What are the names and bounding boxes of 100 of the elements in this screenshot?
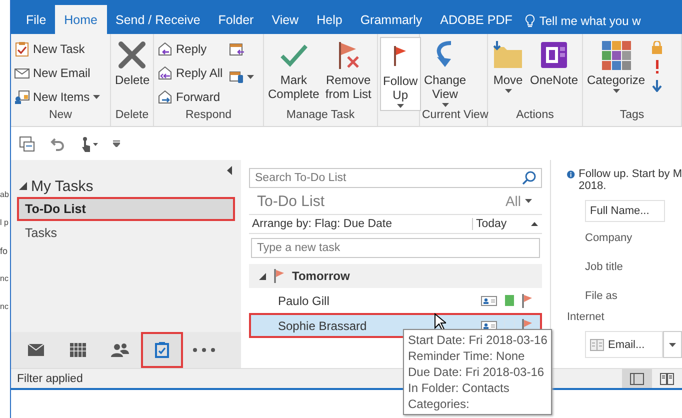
filter-dropdown[interactable]: All	[499, 192, 538, 210]
task-row[interactable]: Paulo Gill	[249, 288, 542, 313]
ribbon-button[interactable]: Mark Complete	[266, 37, 322, 103]
low-importance-icon[interactable]	[651, 80, 664, 92]
ribbon-button[interactable]: Forward	[156, 85, 224, 108]
delete-icon	[116, 39, 148, 71]
caret-icon	[669, 342, 676, 346]
arrange-by-header[interactable]: Arrange by: Flag: Due Date	[249, 218, 472, 230]
field-label: Job title	[585, 260, 624, 274]
ribbon-button[interactable]: New Task	[13, 37, 101, 60]
ribbon-button[interactable]: OneNote	[528, 37, 580, 89]
address-book-icon	[590, 338, 604, 350]
group-header[interactable]: Tomorrow	[292, 269, 350, 283]
group-label: Actions	[515, 109, 555, 123]
document-text: fo	[0, 246, 9, 258]
field-label: Company	[585, 230, 634, 246]
group-label: Respond	[184, 109, 233, 123]
full-name-button[interactable]: Full Name...	[585, 200, 665, 222]
new-items-icon	[14, 88, 30, 104]
ribbon-tab[interactable]: View	[262, 7, 308, 33]
mail-icon[interactable]	[28, 344, 44, 356]
tooltip-line: In Folder: Contacts	[408, 380, 510, 396]
undo-icon[interactable]	[49, 136, 65, 150]
ribbon-button[interactable]: Move	[490, 37, 526, 95]
email-button[interactable]: Email...	[585, 331, 664, 358]
meeting-reply-icon	[228, 42, 245, 58]
ribbon-tab[interactable]: File	[17, 7, 56, 33]
document-text: ab	[0, 190, 10, 201]
tell-me-search[interactable]: Tell me what you w	[539, 14, 641, 28]
tooltip-line: Categories:	[408, 396, 470, 412]
normal-view-icon[interactable]	[622, 369, 652, 388]
reply-all-icon	[157, 64, 173, 80]
ribbon-button[interactable]: Remove from List	[323, 37, 374, 103]
task-clipboard-icon[interactable]	[155, 342, 169, 358]
flag-icon[interactable]	[522, 294, 532, 308]
info-text: Follow up. Start by M	[578, 168, 682, 180]
ribbon-tab[interactable]: Grammarly	[351, 7, 432, 33]
folder-item[interactable]: To-Do List	[17, 197, 235, 221]
expand-arrow-icon[interactable]	[259, 272, 266, 280]
ribbon-button[interactable]: Categorize	[585, 37, 648, 95]
caret-icon	[246, 75, 254, 79]
caret-icon	[612, 89, 620, 93]
ribbon-tab[interactable]: ADOBE PDF	[431, 7, 522, 33]
caret-icon	[396, 104, 404, 108]
email-dropdown[interactable]	[663, 331, 682, 358]
category-slot	[505, 320, 514, 331]
people-icon[interactable]	[111, 343, 129, 357]
status-text: Filter applied	[17, 372, 84, 384]
clipboard-icon	[14, 40, 30, 56]
lightbulb-icon	[525, 14, 536, 28]
task-name: Paulo Gill	[278, 294, 330, 308]
ribbon-tab[interactable]: Help	[308, 7, 352, 33]
info-text: 2018.	[578, 180, 608, 192]
ribbon-button[interactable]: Reply All	[156, 61, 224, 84]
caret-icon	[92, 94, 100, 98]
ribbon-tab[interactable]: Home	[55, 5, 106, 34]
calendar-icon[interactable]	[70, 343, 86, 357]
collapse-icon[interactable]	[227, 166, 233, 175]
group-label: New	[48, 109, 73, 123]
send-receive-icon[interactable]	[19, 136, 35, 152]
ribbon-button[interactable]: Delete	[113, 37, 152, 89]
document-text: nc	[0, 274, 10, 285]
customize-icon[interactable]	[113, 140, 120, 147]
tooltip-line: Due Date: Fri 2018-03-16	[408, 364, 546, 380]
flag-icon[interactable]	[274, 269, 284, 283]
ribbon-button[interactable]: Reply	[156, 37, 224, 60]
caret-icon	[442, 103, 449, 107]
folder-header[interactable]: My Tasks	[31, 178, 94, 194]
info-icon	[567, 168, 575, 181]
contact-card-icon	[481, 296, 497, 306]
reply-icon	[157, 40, 173, 56]
ribbon-button[interactable]: Change View	[422, 37, 468, 109]
task-name: Sophie Brassard	[278, 318, 367, 332]
ribbon-tab[interactable]: Send / Receive	[106, 7, 210, 33]
ribbon-tab[interactable]: Folder	[209, 7, 263, 33]
im-reply-icon	[228, 69, 245, 85]
sort-arrow-icon[interactable]	[531, 222, 538, 226]
section-label: Internet	[567, 311, 606, 323]
new-task-field[interactable]: Type a new task	[251, 238, 540, 258]
touch-mode-icon[interactable]	[79, 136, 99, 152]
folder-item[interactable]: Tasks	[17, 221, 235, 245]
field-label: File as	[585, 288, 618, 304]
forward-icon	[157, 88, 173, 104]
group-label: Tags	[618, 109, 646, 123]
search-field[interactable]: Search To-Do List	[249, 168, 542, 188]
group-label: Manage Task	[285, 109, 356, 123]
document-text: nc	[0, 302, 10, 313]
more-icon[interactable]	[193, 348, 215, 352]
ribbon-button[interactable]: New Items	[13, 85, 101, 108]
expand-arrow-icon[interactable]	[19, 182, 27, 190]
ribbon-button[interactable]: New Email	[13, 61, 101, 84]
module-button[interactable]	[141, 332, 183, 368]
search-icon[interactable]	[522, 171, 536, 185]
ribbon-button[interactable]: Follow Up	[380, 37, 421, 111]
caret-icon	[525, 199, 532, 203]
sort-header[interactable]: Today	[476, 218, 507, 230]
document-text: l p	[0, 218, 10, 229]
color-grid-icon	[600, 39, 632, 71]
list-title: To-Do List	[257, 192, 325, 210]
folder-icon	[492, 39, 524, 71]
